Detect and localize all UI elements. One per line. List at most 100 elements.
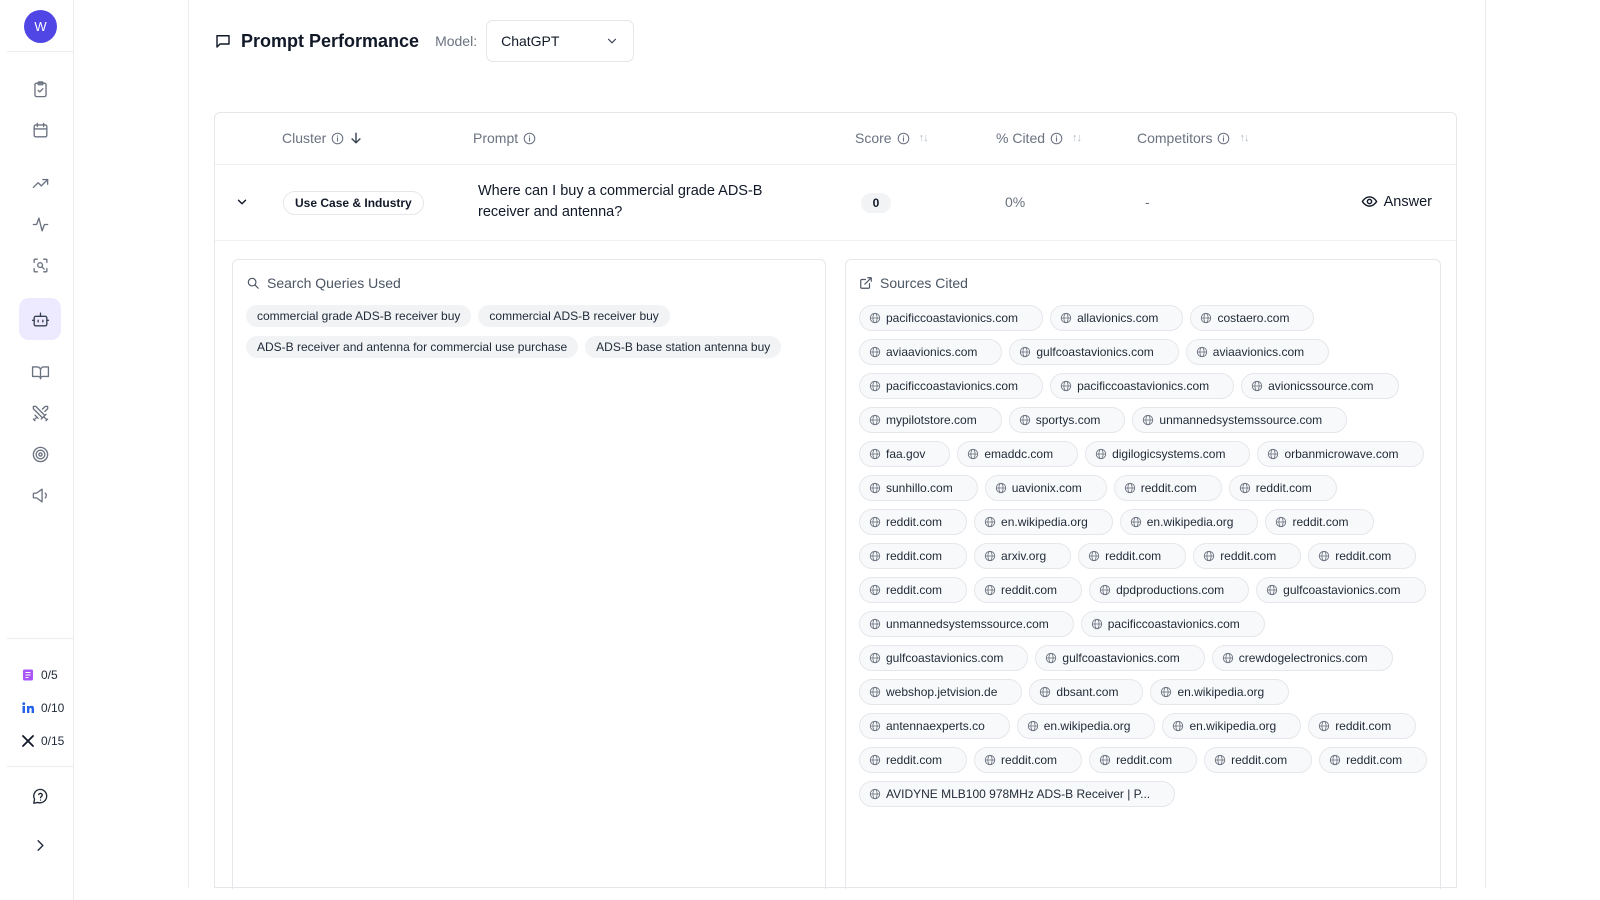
quota-linkedin-value: 0/10	[41, 701, 65, 715]
sort-arrows-icon[interactable]: ↑↓	[919, 132, 929, 144]
source-chip[interactable]: avionicssource.com	[1241, 373, 1399, 399]
sidebar-item-tasks[interactable]	[19, 68, 61, 110]
sidebar-item-campaigns[interactable]	[19, 474, 61, 516]
source-chip[interactable]: reddit.com	[1265, 509, 1374, 535]
source-chip[interactable]: en.wikipedia.org	[1150, 679, 1290, 705]
source-chip[interactable]: mypilotstore.com	[859, 407, 1002, 433]
sidebar-item-goals[interactable]	[19, 433, 61, 475]
source-chip[interactable]: arxiv.org	[974, 543, 1072, 569]
source-chip[interactable]: reddit.com	[974, 577, 1083, 603]
model-select[interactable]: ChatGPT	[486, 20, 635, 62]
column-score[interactable]: Score ↑↓	[855, 130, 929, 146]
sidebar-item-competitors[interactable]	[19, 392, 61, 434]
table-row[interactable]: Use Case & Industry Where can I buy a co…	[215, 165, 1456, 241]
source-chip[interactable]: dpdproductions.com	[1089, 577, 1250, 603]
source-chip[interactable]: orbanmicrowave.com	[1257, 441, 1424, 467]
answer-button[interactable]: Answer	[1361, 193, 1432, 210]
globe-icon	[869, 550, 881, 562]
source-chip[interactable]: AVIDYNE MLB100 978MHz ADS-B Receiver | P…	[859, 781, 1176, 807]
help-button[interactable]	[19, 775, 61, 817]
score-badge: 0	[861, 193, 891, 213]
source-chip[interactable]: webshop.jetvision.de	[859, 679, 1023, 705]
source-chip[interactable]: reddit.com	[1204, 747, 1313, 773]
source-chip[interactable]: en.wikipedia.org	[1162, 713, 1302, 739]
column-competitors[interactable]: Competitors ↑↓	[1137, 130, 1249, 146]
source-domain: reddit.com	[886, 753, 943, 767]
arrow-down-icon[interactable]	[349, 131, 363, 145]
source-chip[interactable]: costaero.com	[1190, 305, 1315, 331]
chevron-down-icon[interactable]	[235, 195, 249, 209]
source-chip[interactable]: aviaavionics.com	[1185, 339, 1330, 365]
source-chip[interactable]: en.wikipedia.org	[1016, 713, 1156, 739]
source-chip[interactable]: crewdogelectronics.com	[1211, 645, 1393, 671]
column-cluster[interactable]: Cluster	[282, 130, 363, 146]
source-chip[interactable]: reddit.com	[974, 747, 1083, 773]
source-chip[interactable]: pacificcoastavionics.com	[859, 373, 1044, 399]
globe-icon	[869, 720, 881, 732]
sort-arrows-icon[interactable]: ↑↓	[1072, 132, 1082, 144]
source-chip[interactable]: uavionix.com	[984, 475, 1107, 501]
globe-icon	[1019, 414, 1030, 426]
info-icon[interactable]	[331, 132, 344, 145]
info-icon[interactable]	[1050, 132, 1063, 145]
info-icon[interactable]	[1217, 132, 1230, 145]
globe-icon	[1204, 550, 1215, 562]
source-chip[interactable]: aviaavionics.com	[859, 339, 1003, 365]
source-chip[interactable]: en.wikipedia.org	[1119, 509, 1259, 535]
info-icon[interactable]	[897, 132, 910, 145]
source-chip[interactable]: emaddc.com	[957, 441, 1079, 467]
source-chip[interactable]: faa.gov	[859, 441, 951, 467]
source-chip[interactable]: reddit.com	[859, 509, 968, 535]
source-chip[interactable]: reddit.com	[859, 577, 968, 603]
globe-icon	[1124, 482, 1135, 494]
sort-arrows-icon[interactable]: ↑↓	[1239, 132, 1249, 144]
source-domain: pacificcoastavionics.com	[886, 311, 1019, 325]
column-cited[interactable]: % Cited ↑↓	[996, 130, 1082, 146]
source-chip[interactable]: unmannedsystemssource.com	[1132, 407, 1348, 433]
source-domain: reddit.com	[1335, 719, 1392, 733]
source-chip[interactable]: reddit.com	[1089, 747, 1198, 773]
sidebar-item-prompts[interactable]	[19, 298, 61, 340]
sidebar-item-activity[interactable]	[19, 203, 61, 245]
expand-sidebar-button[interactable]	[19, 824, 61, 866]
source-chip[interactable]: unmannedsystemssource.com	[859, 611, 1074, 637]
x-quota-icon	[22, 735, 34, 747]
sidebar-item-calendar[interactable]	[19, 109, 61, 151]
column-prompt: Prompt	[473, 130, 536, 146]
sidebar-item-library[interactable]	[19, 351, 61, 393]
source-chip[interactable]: sportys.com	[1008, 407, 1126, 433]
source-chip[interactable]: reddit.com	[1193, 543, 1302, 569]
search-queries-heading: Search Queries Used	[246, 275, 401, 291]
source-chip[interactable]: antennaexperts.co	[859, 713, 1010, 739]
source-chip[interactable]: reddit.com	[1228, 475, 1337, 501]
source-chip[interactable]: reddit.com	[1308, 713, 1417, 739]
source-chip[interactable]: reddit.com	[859, 747, 968, 773]
source-chip[interactable]: reddit.com	[1113, 475, 1222, 501]
source-chip[interactable]: sunhillo.com	[859, 475, 978, 501]
source-chip[interactable]: dbsant.com	[1029, 679, 1144, 705]
info-icon[interactable]	[523, 132, 536, 145]
source-chip[interactable]: reddit.com	[1308, 543, 1417, 569]
globe-icon	[1143, 414, 1154, 426]
source-chip[interactable]: gulfcoastavionics.com	[1035, 645, 1205, 671]
source-chip[interactable]: reddit.com	[1319, 747, 1428, 773]
source-chip[interactable]: pacificcoastavionics.com	[1080, 611, 1265, 637]
source-domain: reddit.com	[1292, 515, 1349, 529]
source-chip[interactable]: gulfcoastavionics.com	[1256, 577, 1426, 603]
avatar[interactable]: W	[24, 10, 57, 43]
source-chip[interactable]: gulfcoastavionics.com	[1009, 339, 1179, 365]
source-chip[interactable]: reddit.com	[1078, 543, 1187, 569]
source-domain: reddit.com	[886, 583, 943, 597]
source-chip[interactable]: pacificcoastavionics.com	[859, 305, 1044, 331]
source-chip[interactable]: pacificcoastavionics.com	[1050, 373, 1235, 399]
source-chip[interactable]: reddit.com	[859, 543, 968, 569]
source-chip[interactable]: gulfcoastavionics.com	[859, 645, 1029, 671]
sidebar-item-trends[interactable]	[19, 162, 61, 204]
globe-icon	[1222, 652, 1233, 664]
source-domain: avionicssource.com	[1268, 379, 1374, 393]
source-chip[interactable]: digilogicsystems.com	[1085, 441, 1251, 467]
sidebar-item-scan[interactable]	[19, 244, 61, 286]
quota-notes: 0/5	[21, 668, 58, 682]
source-chip[interactable]: en.wikipedia.org	[974, 509, 1113, 535]
source-chip[interactable]: allavionics.com	[1050, 305, 1184, 331]
